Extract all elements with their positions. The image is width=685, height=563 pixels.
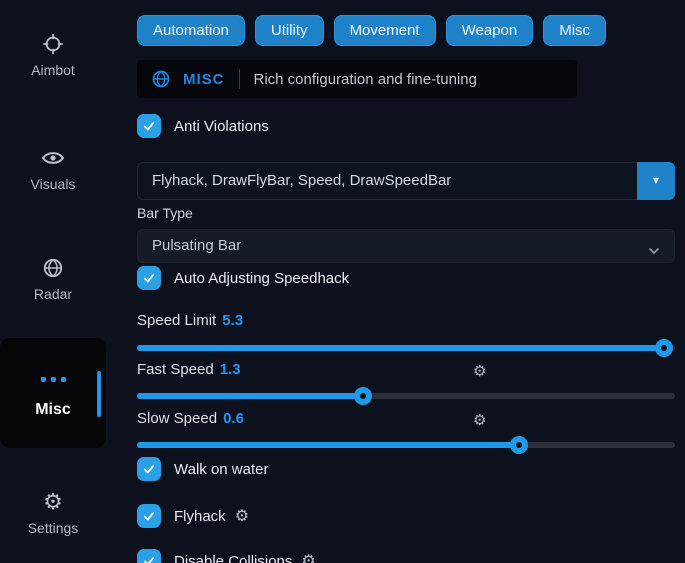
slow-speed-value: 0.6	[223, 410, 244, 427]
globe-icon	[0, 256, 106, 280]
slow-speed-label: Slow Speed0.6	[137, 410, 244, 427]
tab-automation[interactable]: Automation	[137, 15, 245, 46]
slider-thumb[interactable]	[655, 339, 673, 357]
sidebar-item-aimbot[interactable]: Aimbot	[0, 32, 106, 78]
misc-panel: Automation Utility Movement Weapon Misc …	[137, 0, 675, 563]
disable-collisions-checkbox[interactable]	[137, 549, 161, 563]
speed-limit-value: 5.3	[222, 312, 243, 329]
bar-type-select[interactable]: Pulsating Bar	[137, 229, 675, 263]
flyhack-gear-icon[interactable]: ⚙	[235, 506, 249, 526]
disable-collisions-row: Disable Collisions ⚙	[137, 549, 316, 563]
anti-violations-row: Anti Violations	[137, 114, 269, 138]
slider-fill	[137, 345, 664, 351]
slider-fill	[137, 442, 519, 448]
walk-on-water-checkbox[interactable]	[137, 457, 161, 481]
category-tabs: Automation Utility Movement Weapon Misc	[137, 15, 606, 46]
fast-speed-value: 1.3	[220, 361, 241, 378]
crosshair-icon	[0, 32, 106, 56]
section-title: MISC	[183, 71, 225, 88]
auto-adjusting-speedhack-row: Auto Adjusting Speedhack	[137, 266, 349, 290]
cheat-menu-window: Aimbot Visuals Radar Misc	[0, 0, 685, 563]
flyhack-checkbox[interactable]	[137, 504, 161, 528]
chevron-down-icon	[646, 239, 662, 271]
checkbox-label: Walk on water	[174, 461, 268, 478]
eye-icon	[0, 146, 106, 170]
slow-speed-slider[interactable]	[137, 442, 675, 448]
sidebar-label: Radar	[0, 286, 106, 302]
fast-speed-label: Fast Speed1.3	[137, 361, 241, 378]
slider-fill	[137, 393, 363, 399]
bar-flags-multiselect[interactable]: Flyhack, DrawFlyBar, Speed, DrawSpeedBar…	[137, 162, 675, 200]
slow-speed-gear-icon[interactable]: ⚙	[473, 411, 486, 429]
slider-thumb[interactable]	[510, 436, 528, 454]
sidebar-item-radar[interactable]: Radar	[0, 256, 106, 302]
sidebar-item-misc[interactable]: Misc	[0, 338, 106, 448]
gear-icon: ⚙	[0, 490, 106, 514]
bar-type-label: Bar Type	[137, 205, 193, 221]
multiselect-dropdown-button[interactable]: ▼	[637, 162, 675, 200]
section-subtitle: Rich configuration and fine-tuning	[254, 71, 477, 88]
speed-limit-label: Speed Limit5.3	[137, 312, 243, 329]
flyhack-row: Flyhack ⚙	[137, 504, 249, 528]
sidebar-label: Misc	[35, 401, 71, 419]
divider	[239, 69, 240, 89]
checkbox-label: Flyhack	[174, 508, 226, 525]
sidebar-label: Aimbot	[0, 62, 106, 78]
speed-limit-slider[interactable]	[137, 345, 675, 351]
sidebar-item-visuals[interactable]: Visuals	[0, 146, 106, 192]
checkbox-label: Anti Violations	[174, 118, 269, 135]
tab-misc[interactable]: Misc	[543, 15, 606, 46]
sidebar-label: Settings	[0, 520, 106, 536]
sidebar: Aimbot Visuals Radar Misc	[0, 0, 132, 563]
sidebar-label: Visuals	[0, 176, 106, 192]
checkbox-label: Disable Collisions	[174, 553, 292, 563]
tab-movement[interactable]: Movement	[334, 15, 436, 46]
walk-on-water-row: Walk on water	[137, 457, 268, 481]
bar-type-value: Pulsating Bar	[152, 237, 241, 254]
globe-icon	[151, 69, 171, 89]
fast-speed-gear-icon[interactable]: ⚙	[473, 362, 486, 380]
bar-flags-value: Flyhack, DrawFlyBar, Speed, DrawSpeedBar	[152, 172, 451, 189]
fast-speed-slider[interactable]	[137, 393, 675, 399]
sidebar-item-settings[interactable]: ⚙ Settings	[0, 490, 106, 536]
slider-thumb[interactable]	[354, 387, 372, 405]
disable-collisions-gear-icon[interactable]: ⚙	[301, 551, 315, 563]
active-accent-bar	[97, 371, 101, 417]
checkbox-label: Auto Adjusting Speedhack	[174, 270, 349, 287]
auto-adjusting-speedhack-checkbox[interactable]	[137, 266, 161, 290]
section-header: MISC Rich configuration and fine-tuning	[137, 60, 577, 98]
ellipsis-icon	[41, 367, 66, 391]
tab-utility[interactable]: Utility	[255, 15, 324, 46]
anti-violations-checkbox[interactable]	[137, 114, 161, 138]
triangle-down-icon: ▼	[651, 163, 662, 199]
tab-weapon[interactable]: Weapon	[446, 15, 534, 46]
